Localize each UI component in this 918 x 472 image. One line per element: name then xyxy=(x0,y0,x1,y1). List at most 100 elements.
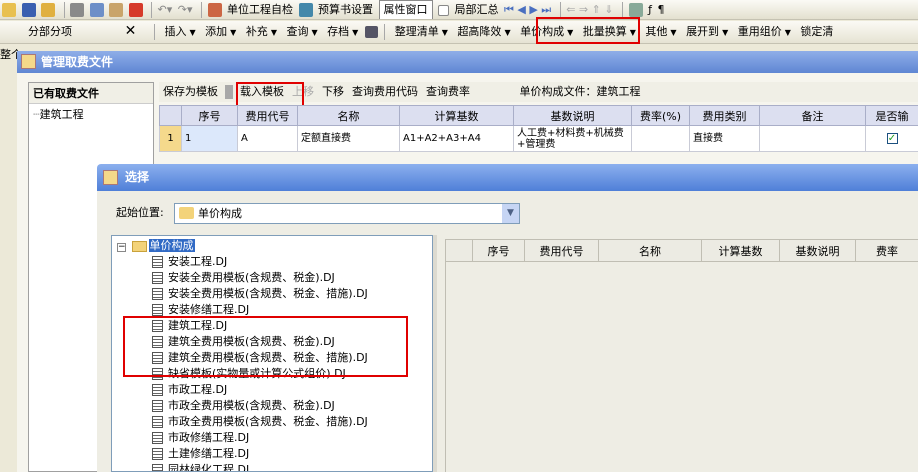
column-header[interactable]: 计算基数 xyxy=(701,239,780,262)
move-down-button[interactable]: 下移 xyxy=(318,82,348,102)
menu-expand-to[interactable]: 展开到 ▼ xyxy=(683,21,731,43)
menu-query[interactable]: 查询 ▼ xyxy=(283,21,320,43)
open-icon[interactable] xyxy=(2,3,16,17)
paste-icon[interactable] xyxy=(109,3,123,17)
tree-item[interactable]: 安装工程.DJ xyxy=(152,254,227,270)
table-row[interactable]: 1 1 A 定额直接费 A1+A2+A3+A4 人工费+材料费+机械费+管理费 … xyxy=(159,125,918,152)
cell-seq[interactable]: 1 xyxy=(181,125,238,152)
file-icon xyxy=(152,400,163,412)
tree-item[interactable]: 安装全费用模板(含规费、税金).DJ xyxy=(152,270,335,286)
splitter[interactable] xyxy=(433,235,437,472)
copy-icon[interactable] xyxy=(89,3,104,17)
menu-height-reduction[interactable]: 超高降效 ▼ xyxy=(454,21,513,43)
file-icon xyxy=(152,272,163,284)
column-header[interactable]: 基数说明 xyxy=(513,105,632,126)
preview-grid-header: 序号 费用代号 名称 计算基数 基数说明 费率 xyxy=(445,239,918,262)
tree-item-label: 安装工程.DJ xyxy=(168,255,228,268)
tree-root[interactable]: − 单价构成 xyxy=(117,238,195,254)
menu-insert[interactable]: 插入 ▼ xyxy=(162,21,199,43)
cell-base[interactable]: A1+A2+A3+A4 xyxy=(399,125,514,152)
column-header[interactable]: 费用代号 xyxy=(524,239,599,262)
highlight-building-templates xyxy=(123,316,408,377)
formula-icon[interactable]: ƒ xyxy=(648,1,652,19)
query-fee-rate-button[interactable]: 查询费率 xyxy=(422,82,474,102)
file-icon xyxy=(152,288,163,300)
menu-other[interactable]: 其他 ▼ xyxy=(642,21,679,43)
save-icon[interactable] xyxy=(21,3,36,17)
column-header[interactable]: 名称 xyxy=(598,239,702,262)
toolbar-top: ↶▾ ↷▾ 单位工程自检 预算书设置 属性窗口 局部汇总 ⏮ ◀ ▶ ⏭ ⇐ ⇒… xyxy=(0,0,918,20)
tree-item[interactable]: 市政全费用模板(含规费、税金、措施).DJ xyxy=(152,414,368,430)
manager-titlebar: 管理取费文件 xyxy=(17,51,918,73)
undo-icon[interactable]: ↶▾ xyxy=(158,1,173,19)
folder-icon[interactable] xyxy=(41,3,55,17)
dialog-icon xyxy=(103,170,118,185)
menu-supplement[interactable]: 补充 ▼ xyxy=(243,21,280,43)
collapse-icon[interactable]: − xyxy=(117,243,126,252)
column-header[interactable]: 序号 xyxy=(181,105,238,126)
cell-name[interactable]: 定额直接费 xyxy=(297,125,400,152)
menu-organize-list[interactable]: 整理清单 ▼ xyxy=(392,21,451,43)
tree-item[interactable]: 市政修缮工程.DJ xyxy=(152,430,249,446)
tree-item-label: 安装全费用模板(含规费、税金).DJ xyxy=(168,271,335,284)
column-header[interactable]: 费用代号 xyxy=(237,105,298,126)
book-icon xyxy=(298,3,313,17)
local-summary-label[interactable]: 局部汇总 xyxy=(455,1,499,19)
save-as-template-button[interactable]: 保存为模板 xyxy=(159,82,222,102)
redo-icon[interactable]: ↷▾ xyxy=(178,1,193,19)
check-icon xyxy=(207,3,222,17)
unit-check-button[interactable]: 单位工程自检 xyxy=(227,1,293,19)
column-header[interactable]: 计算基数 xyxy=(399,105,514,126)
cell-base-desc[interactable]: 人工费+材料费+机械费+管理费 xyxy=(513,125,632,152)
binoculars-icon[interactable] xyxy=(364,26,378,38)
column-header[interactable]: 备注 xyxy=(759,105,866,126)
unit-price-file-label: 单价构成文件：建筑工程 xyxy=(519,85,641,98)
fee-file-item[interactable]: ┄建筑工程 xyxy=(29,104,153,124)
calculator-icon[interactable] xyxy=(628,3,643,17)
dialog-title: 选择 xyxy=(125,170,150,184)
menu-add[interactable]: 添加 ▼ xyxy=(202,21,239,43)
props-window-button[interactable]: 属性窗口 xyxy=(378,0,433,19)
tree-item[interactable]: 安装全费用模板(含规费、税金、措施).DJ xyxy=(152,286,368,302)
start-location-select[interactable]: 单价构成 ▼ xyxy=(174,203,520,224)
tree-item-label: 市政修缮工程.DJ xyxy=(168,431,250,444)
tree-item[interactable]: 市政工程.DJ xyxy=(152,382,227,398)
menu-archive[interactable]: 存档 ▼ xyxy=(324,21,361,43)
toolbar-menu: 分部分项 ✕ 插入 ▼ 添加 ▼ 补充 ▼ 查询 ▼ 存档 ▼ 整理清单 ▼ 超高降效 ▼ 单… xyxy=(0,21,918,44)
delete-icon[interactable] xyxy=(128,3,143,17)
tree-item[interactable]: 园林绿化工程.DJ xyxy=(152,462,249,471)
file-icon xyxy=(152,448,163,460)
column-header[interactable]: 费率(%) xyxy=(631,105,690,126)
column-header[interactable]: 费用类别 xyxy=(689,105,760,126)
tree-item[interactable]: 土建修缮工程.DJ xyxy=(152,446,249,462)
manager-title: 管理取费文件 xyxy=(41,55,114,69)
row-index: 1 xyxy=(159,125,182,152)
manager-window-icon xyxy=(21,54,36,69)
folder-icon xyxy=(131,240,147,252)
tree-item-label: 安装修缮工程.DJ xyxy=(168,303,250,316)
menu-reuse-price[interactable]: 重用组价 ▼ xyxy=(735,21,794,43)
file-icon xyxy=(152,256,163,268)
cell-category[interactable]: 直接费 xyxy=(689,125,760,152)
cell-code[interactable]: A xyxy=(237,125,298,152)
preview-settings-button[interactable]: 预算书设置 xyxy=(318,1,373,19)
chevron-down-icon[interactable]: ▼ xyxy=(502,204,519,223)
column-header[interactable]: 费率 xyxy=(855,239,918,262)
cut-icon[interactable] xyxy=(70,3,84,17)
cell-rate[interactable] xyxy=(631,125,690,152)
column-header[interactable]: 序号 xyxy=(472,239,525,262)
tree-item[interactable]: 市政全费用模板(含规费、税金).DJ xyxy=(152,398,335,414)
query-fee-code-button[interactable]: 查询费用代码 xyxy=(348,82,422,102)
menu-lock[interactable]: 锁定清 xyxy=(797,21,836,42)
column-header[interactable]: 基数说明 xyxy=(779,239,856,262)
column-header[interactable]: 名称 xyxy=(297,105,400,126)
close-panel-icon[interactable]: ✕ xyxy=(114,21,148,42)
checkbox-icon[interactable] xyxy=(438,4,449,16)
tree-item-label: 土建修缮工程.DJ xyxy=(168,447,250,460)
column-header[interactable]: 是否输 xyxy=(865,105,918,126)
output-checkbox[interactable]: ✓ xyxy=(865,125,918,152)
paragraph-icon[interactable]: ¶ xyxy=(657,1,664,19)
file-icon xyxy=(152,384,163,396)
preview-area xyxy=(445,262,918,472)
cell-note[interactable] xyxy=(759,125,866,152)
